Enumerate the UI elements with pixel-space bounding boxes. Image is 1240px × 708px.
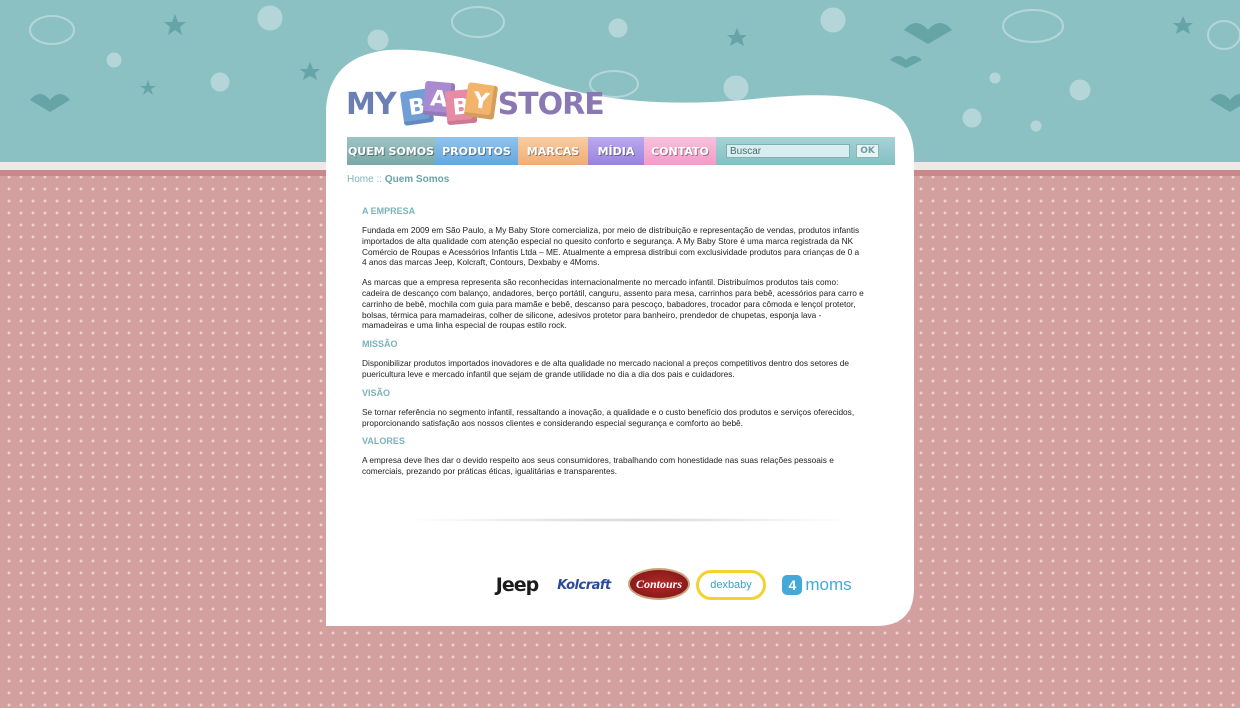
brand-dexbaby-logo[interactable]: dexbaby [696,570,766,600]
search-input[interactable] [726,144,850,158]
breadcrumb-separator: :: [376,174,383,185]
breadcrumb: Home :: Quem Somos [347,174,449,185]
main-nav: QUEM SOMOS PRODUTOS MARCAS MÍDIA CONTATO… [347,137,895,165]
section-heading-valores: VALORES [362,436,405,447]
search-ok-button[interactable]: OK [856,144,879,158]
section-heading-missao: MISSÃO [362,339,398,350]
site-logo[interactable]: MY B A B Y STORE [346,80,605,128]
main-content: A EMPRESA Fundada em 2009 em São Paulo, … [362,206,864,477]
brand-jeep-logo[interactable]: Jeep [492,574,542,596]
search-bar: OK [716,137,895,165]
nav-item-quem-somos[interactable]: QUEM SOMOS [347,137,435,165]
section-paragraph: A empresa deve lhes dar o devido respeit… [362,455,834,477]
section-paragraph: As marcas que a empresa representa são r… [362,277,864,331]
section-paragraph: Disponibilizar produtos importados inova… [362,358,850,379]
section-heading-empresa: A EMPRESA [362,206,416,216]
logo-word-store: STORE [497,86,605,122]
section-paragraph: Fundada em 2009 em São Paulo, a My Baby … [362,225,860,268]
logo-baby-cubes: B A B Y [399,80,498,128]
brand-4moms-word: moms [805,575,852,594]
section-paragraph: Se tornar referência no segmento infanti… [362,406,855,428]
nav-item-marcas[interactable]: MARCAS [518,137,588,165]
logo-word-my: MY [346,86,397,122]
brand-4moms-logo[interactable]: 4 moms [774,574,860,596]
brand-kolcraft-logo[interactable]: Kolcraft [550,575,618,595]
nav-item-midia[interactable]: MÍDIA [588,137,644,165]
content-divider [400,518,860,522]
nav-item-contato[interactable]: CONTATO [644,137,716,165]
breadcrumb-home-link[interactable]: Home [347,174,374,185]
breadcrumb-current: Quem Somos [384,174,450,185]
section-heading-visao: VISÃO [362,387,391,398]
brand-logos: Jeep Kolcraft Contours dexbaby 4 moms [492,566,862,604]
nav-item-produtos[interactable]: PRODUTOS [435,137,518,165]
brand-contours-logo[interactable]: Contours [628,568,690,600]
logo-cube-y: Y [463,82,498,120]
brand-4moms-mark: 4 [782,575,803,595]
